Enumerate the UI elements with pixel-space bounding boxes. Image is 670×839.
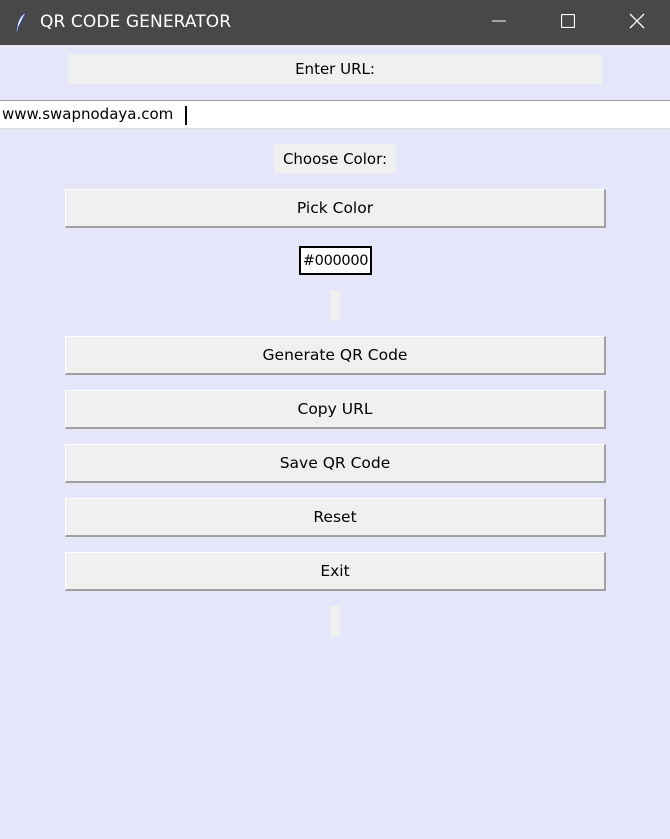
generate-qr-button[interactable]: Generate QR Code <box>65 336 606 375</box>
pick-color-button[interactable]: Pick Color <box>65 189 606 228</box>
maximize-button[interactable] <box>533 0 603 45</box>
save-qr-button[interactable]: Save QR Code <box>65 444 606 483</box>
minimize-icon <box>492 13 506 32</box>
minimize-button[interactable] <box>464 0 534 45</box>
qr-code-display <box>331 606 340 637</box>
window-title: QR CODE GENERATOR <box>40 12 232 32</box>
close-button[interactable] <box>602 0 670 45</box>
app-window-body: Enter URL: www.swapnodaya.com Choose Col… <box>0 45 670 839</box>
url-input-value: www.swapnodaya.com <box>2 105 174 123</box>
exit-button[interactable]: Exit <box>65 552 606 591</box>
reset-button[interactable]: Reset <box>65 498 606 537</box>
close-icon <box>629 13 645 33</box>
maximize-icon <box>560 13 576 32</box>
feather-icon <box>12 10 30 33</box>
url-label: Enter URL: <box>68 54 602 84</box>
title-bar[interactable]: QR CODE GENERATOR <box>0 0 670 45</box>
text-cursor <box>185 106 187 125</box>
color-preview-swatch <box>331 290 340 321</box>
color-value-display: #000000 <box>299 246 372 275</box>
url-input[interactable]: www.swapnodaya.com <box>0 100 670 129</box>
copy-url-button[interactable]: Copy URL <box>65 390 606 429</box>
color-label: Choose Color: <box>274 144 396 173</box>
